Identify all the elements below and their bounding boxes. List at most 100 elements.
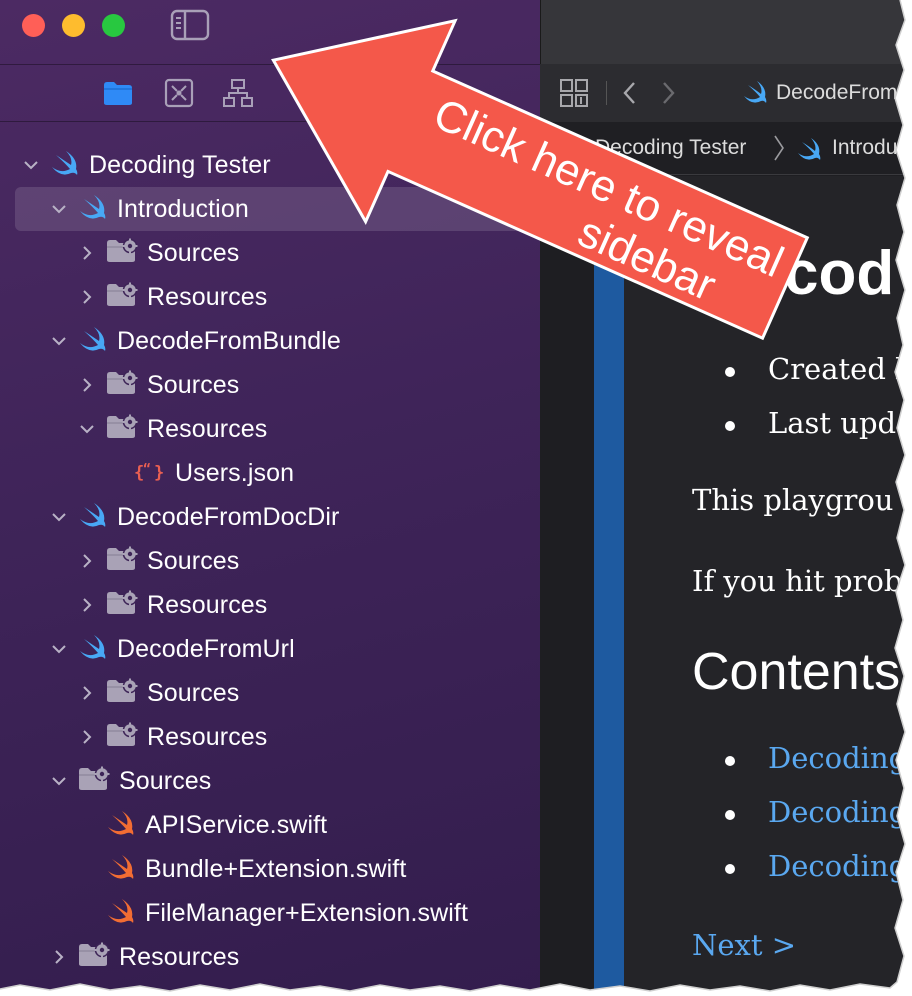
tree-row-label: Bundle+Extension.swift [145,854,407,883]
tree-row[interactable]: DecodeFromUrl [15,627,540,671]
contents-link[interactable]: Decoding [768,795,907,829]
symbol-navigator-icon[interactable] [164,78,194,108]
sidebar-divider [0,121,540,122]
tree-row-label: Resources [147,414,268,443]
editor-tab-title[interactable]: DecodeFrom [776,81,897,105]
folder-gear-icon [78,941,110,974]
tree-row[interactable]: FileManager+Extension.swift [15,891,540,935]
editor-area: DecodeFrom Decoding Tester Introdu cod C… [540,0,912,996]
chevron-right-icon[interactable] [79,553,95,569]
folder-gear-icon [106,589,138,622]
related-items-grid-icon[interactable] [560,79,588,112]
folder-gear-icon [78,765,110,798]
chevron-down-icon[interactable] [51,333,67,349]
tree-row[interactable]: DecodeFromBundle [15,319,540,363]
tree-row[interactable]: Resources [15,715,540,759]
tree-row-label: Resources [119,942,240,971]
tree-row[interactable]: Decoding Tester [15,143,540,187]
breadcrumb-item-project[interactable]: Decoding Tester [595,136,746,160]
project-navigator-folder-icon[interactable] [103,78,133,108]
swift-blue-icon [78,502,108,533]
tree-row-label: Decoding Tester [89,150,271,179]
tree-row[interactable]: {“} Users.json [15,451,540,495]
tree-row-label: DecodeFromUrl [117,634,295,663]
editor-title-bar [540,0,912,64]
chevron-down-icon[interactable] [23,157,39,173]
tree-row[interactable]: Resources [15,935,540,979]
next-page-link[interactable]: Next > [692,928,796,962]
swift-blue-icon [78,194,108,225]
tree-row-label: Sources [147,238,240,267]
swift-blue-icon [50,150,80,181]
tree-row-label: APIService.swift [145,810,328,839]
back-chevron-icon[interactable] [620,80,640,111]
breadcrumb-separator-icon [773,134,785,167]
swift-blue-icon [78,326,108,357]
swift-orange-icon [106,854,136,885]
tree-row[interactable]: Bundle+Extension.swift [15,847,540,891]
tree-row[interactable]: Sources [15,759,540,803]
json-file-icon: {“} [134,458,166,489]
chevron-right-icon[interactable] [79,597,95,613]
chevron-right-icon[interactable] [79,289,95,305]
tree-row[interactable]: APIService.swift [15,803,540,847]
tree-row[interactable]: Sources [15,671,540,715]
tree-row-label: Sources [119,766,212,795]
bullet-dot [725,421,735,431]
chevron-down-icon[interactable] [79,421,95,437]
folder-gear-icon [106,237,138,270]
chevron-right-icon[interactable] [79,245,95,261]
bullet-dot [725,810,735,820]
sidebar-toggle-icon[interactable] [170,9,210,41]
chevron-down-icon[interactable] [51,773,67,789]
folder-gear-icon [106,677,138,710]
forward-chevron-icon[interactable] [658,80,678,111]
tree-row-label: Users.json [175,458,295,487]
chevron-down-icon[interactable] [51,641,67,657]
tree-row-label: Introduction [117,194,249,223]
tree-row-label: Sources [147,546,240,575]
toolbar-separator [606,81,607,105]
contents-link[interactable]: Decoding [768,741,907,775]
svg-text:}: } [154,463,164,483]
sidebar-divider [0,64,540,65]
tree-row-label: Sources [147,370,240,399]
tree-row-label: DecodeFromDocDir [117,502,340,531]
navigator-sidebar: Decoding Tester Introduction Sources Resour… [0,0,540,996]
tree-row-label: FileManager+Extension.swift [145,898,468,927]
tree-row[interactable]: Introduction [15,187,540,231]
chevron-down-icon[interactable] [51,201,67,217]
tree-row[interactable]: DecodeFromDocDir [15,495,540,539]
folder-gear-icon [106,281,138,314]
chevron-right-icon[interactable] [79,729,95,745]
close-window-button[interactable] [22,14,45,37]
chevron-right-icon[interactable] [79,685,95,701]
tree-row[interactable]: Sources [15,231,540,275]
hierarchy-navigator-icon[interactable] [223,78,253,108]
paragraph: This playgrou [692,483,894,517]
contents-link[interactable]: Decoding [768,849,907,883]
tree-row[interactable]: Sources [15,539,540,583]
tree-row[interactable]: Resources [15,583,540,627]
bullet-text: Last upda [768,406,912,440]
chevron-right-icon[interactable] [51,949,67,965]
folder-gear-icon [106,545,138,578]
contents-heading: Contents [692,643,901,701]
minimize-window-button[interactable] [62,14,85,37]
zoom-window-button[interactable] [102,14,125,37]
tree-row[interactable]: Sources [15,363,540,407]
tree-row-label: Resources [147,282,268,311]
bullet-dot [725,367,735,377]
chevron-down-icon[interactable] [51,509,67,525]
tree-row[interactable]: Resources [15,275,540,319]
bullet-dot [725,864,735,874]
svg-text:“: “ [143,462,151,477]
document-title: cod [784,239,895,308]
editor-gutter-strip [594,176,624,996]
tree-row[interactable]: Resources [15,407,540,451]
tree-row-label: DecodeFromBundle [117,326,341,355]
breadcrumb-item-page[interactable]: Introdu [832,136,897,160]
chevron-right-icon[interactable] [79,377,95,393]
